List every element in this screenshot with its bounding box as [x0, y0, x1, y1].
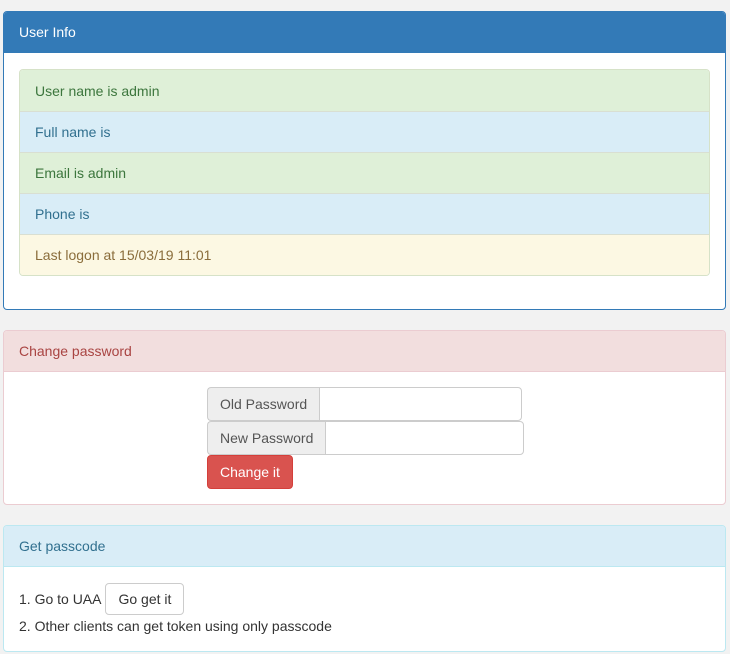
- go-get-it-button[interactable]: Go get it: [105, 583, 185, 615]
- user-info-list: User name is admin Full name is Email is…: [19, 69, 710, 276]
- new-password-group: New Password: [207, 421, 525, 455]
- last-logon-item: Last logon at 15/03/19 11:01: [20, 234, 709, 275]
- step-1-text: 1. Go to UAA: [19, 591, 102, 607]
- phone-item: Phone is: [20, 193, 709, 234]
- change-password-panel: Change password Old Password New Passwor…: [3, 330, 726, 505]
- get-passcode-heading: Get passcode: [4, 526, 725, 567]
- change-password-heading: Change password: [4, 331, 725, 372]
- change-password-button[interactable]: Change it: [207, 455, 293, 489]
- full-name-item: Full name is: [20, 111, 709, 152]
- email-item: Email is admin: [20, 152, 709, 193]
- old-password-group: Old Password: [207, 387, 522, 421]
- new-password-field[interactable]: [325, 421, 525, 455]
- user-info-heading: User Info: [4, 12, 725, 53]
- get-passcode-panel: Get passcode 1. Go to UAA Go get it 2. O…: [3, 525, 726, 652]
- old-password-field[interactable]: [319, 387, 522, 421]
- old-password-label: Old Password: [207, 387, 320, 421]
- user-info-panel: User Info User name is admin Full name i…: [3, 11, 726, 310]
- passcode-step-2: 2. Other clients can get token using onl…: [19, 618, 332, 634]
- new-password-label: New Password: [207, 421, 326, 455]
- passcode-step-1: 1. Go to UAA Go get it: [19, 583, 185, 615]
- user-name-item: User name is admin: [20, 70, 709, 111]
